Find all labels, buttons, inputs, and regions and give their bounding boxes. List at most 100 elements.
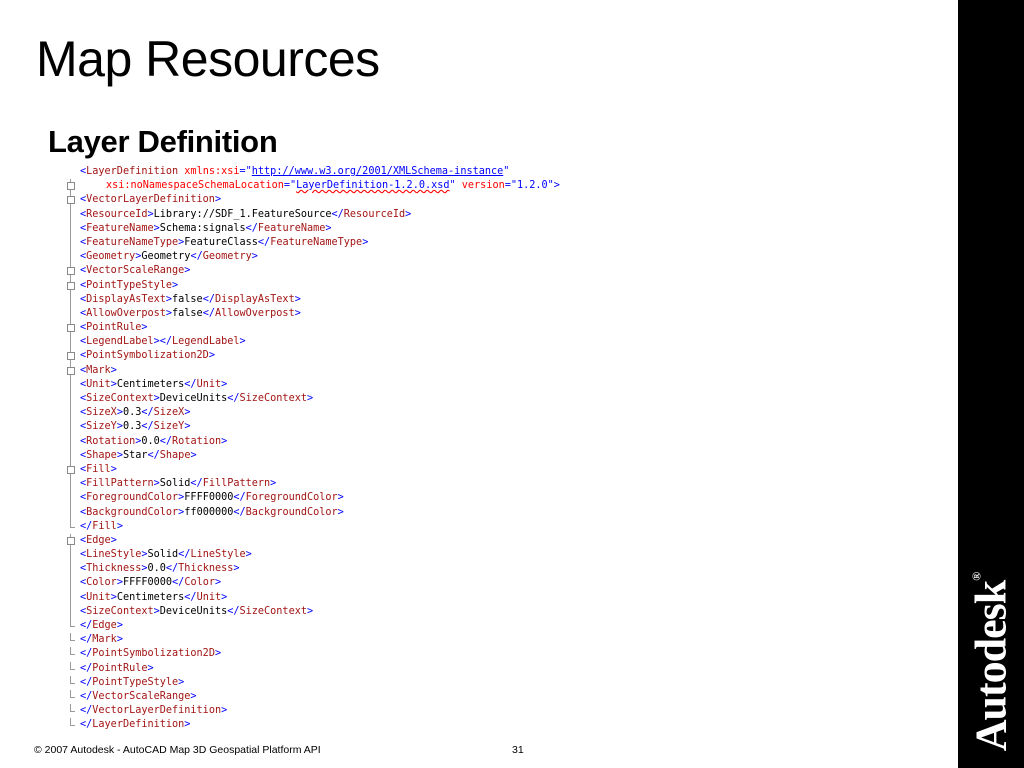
slide-title: Map Resources [36, 31, 380, 87]
fold-guide [66, 562, 74, 577]
code-line: <Geometry>Geometry</Geometry> [66, 250, 560, 265]
fold-guide [66, 250, 74, 265]
fold-guide [66, 221, 74, 237]
code-line: <FeatureNameType>FeatureClass</FeatureNa… [66, 235, 560, 251]
fold-guide [66, 633, 75, 647]
code-line: <SizeY>0.3</SizeY> [66, 420, 560, 435]
fold-guide [66, 718, 75, 732]
code-line: <FeatureName>Schema:signals</FeatureName… [66, 221, 560, 237]
brand-bar: Autodesk® [958, 0, 1024, 768]
code-line: <ForegroundColor>FFFF0000</ForegroundCol… [66, 491, 560, 506]
fold-toggle-icon[interactable] [66, 533, 75, 549]
element-value: false [172, 293, 203, 305]
code-line: </VectorScaleRange> [66, 689, 560, 704]
fold-guide [66, 207, 74, 222]
fold-guide [66, 604, 74, 620]
code-line: <VectorLayerDefinition> [66, 193, 560, 208]
code-line: <Thickness>0.0</Thickness> [66, 562, 560, 577]
element-value: DeviceUnits [159, 605, 228, 617]
fold-guide [66, 406, 74, 421]
fold-guide [66, 689, 75, 704]
fold-guide [66, 647, 75, 661]
code-line: <SizeX>0.3</SizeX> [66, 406, 560, 421]
code-line: </Mark> [66, 633, 560, 647]
element-value: Library://SDF_1.FeatureSource [153, 208, 332, 220]
fold-toggle-icon[interactable] [66, 363, 75, 379]
element-value: Solid [159, 478, 191, 490]
element-value: ff000000 [184, 506, 234, 518]
element-value: 0.0 [147, 563, 166, 575]
code-line: <Edge> [66, 533, 560, 549]
element-value: Solid [147, 549, 179, 561]
element-value: DeviceUnits [159, 393, 228, 404]
xsd-link[interactable]: LayerDefinition-1.2.0.xsd [296, 180, 449, 191]
element-value: FFFF0000 [122, 577, 173, 589]
fold-guide [66, 704, 75, 718]
code-line: </LayerDefinition> [66, 718, 560, 732]
fold-guide [66, 235, 74, 251]
fold-guide [66, 590, 74, 606]
element-value: Centimeters [116, 378, 185, 390]
autodesk-logo: Autodesk® [966, 572, 1016, 752]
schema-link[interactable]: http://www.w3.org/2001/XMLSchema-instanc… [252, 166, 503, 177]
element-value: 0.3 [122, 407, 142, 419]
fold-guide [66, 661, 75, 676]
code-line: <Rotation>0.0</Rotation> [66, 434, 560, 449]
code-line: <Fill> [66, 462, 560, 478]
code-line: <PointRule> [66, 321, 560, 336]
fold-guide [66, 477, 74, 492]
code-line: <VectorScaleRange> [66, 264, 560, 279]
element-value: Star [122, 449, 148, 461]
footer-copyright: © 2007 Autodesk - AutoCAD Map 3D Geospat… [34, 744, 321, 756]
element-value: FeatureClass [184, 236, 258, 248]
fold-guide [66, 548, 74, 563]
fold-guide [66, 675, 75, 690]
fold-guide [66, 619, 75, 633]
code-line: </VectorLayerDefinition> [66, 704, 560, 718]
fold-guide [66, 377, 74, 393]
code-line: <Unit>Centimeters</Unit> [66, 590, 560, 606]
code-line: <PointSymbolization2D> [66, 349, 560, 364]
fold-guide [66, 434, 74, 449]
code-line-root-attrs: xsi:noNamespaceSchemaLocation="LayerDefi… [66, 179, 560, 194]
fold-guide [66, 491, 74, 506]
code-lines: <VectorLayerDefinition> <ResourceId>Libra… [66, 193, 560, 732]
page-number: 31 [512, 744, 524, 756]
code-line-root-open: <LayerDefinition xmlns:xsi="http://www.w… [80, 166, 510, 177]
element-value: Schema:signals [159, 222, 246, 234]
fold-guide [66, 576, 74, 591]
fold-toggle-icon[interactable] [66, 349, 75, 364]
code-line: <Shape>Star</Shape> [66, 448, 560, 464]
code-line: </PointRule> [66, 661, 560, 676]
element-value: FFFF0000 [184, 492, 234, 504]
code-line: <SizeContext>DeviceUnits</SizeContext> [66, 392, 560, 407]
code-line: <Color>FFFF0000</Color> [66, 576, 560, 591]
code-line: </PointSymbolization2D> [66, 647, 560, 661]
fold-guide [66, 335, 74, 350]
fold-guide [66, 292, 74, 308]
code-line: <ResourceId>Library://SDF_1.FeatureSourc… [66, 207, 560, 222]
fold-toggle-icon[interactable] [66, 462, 75, 478]
code-line: </Fill> [66, 519, 560, 534]
code-line: <BackgroundColor>ff000000</BackgroundCol… [66, 505, 560, 520]
fold-toggle-icon[interactable] [66, 321, 75, 336]
code-line: </Edge> [66, 619, 560, 633]
code-line: <DisplayAsText>false</DisplayAsText> [66, 292, 560, 308]
code-line: </PointTypeStyle> [66, 675, 560, 690]
fold-toggle-icon[interactable] [66, 278, 75, 293]
element-value: 0.0 [141, 435, 160, 447]
fold-toggle-icon[interactable] [66, 193, 75, 208]
element-value: 0.3 [122, 421, 142, 433]
xml-code-listing: <LayerDefinition xmlns:xsi="http://www.w… [66, 165, 560, 733]
fold-guide [66, 448, 74, 464]
fold-toggle-icon[interactable] [66, 264, 75, 279]
code-line: <PointTypeStyle> [66, 278, 560, 293]
slide-subtitle: Layer Definition [48, 124, 278, 159]
element-value: false [172, 307, 203, 319]
element-value: Centimeters [116, 591, 185, 603]
code-line: <LineStyle>Solid</LineStyle> [66, 548, 560, 563]
code-line: <SizeContext>DeviceUnits</SizeContext> [66, 604, 560, 620]
code-line: <FillPattern>Solid</FillPattern> [66, 477, 560, 492]
fold-guide [66, 519, 75, 534]
fold-guide [66, 505, 74, 520]
